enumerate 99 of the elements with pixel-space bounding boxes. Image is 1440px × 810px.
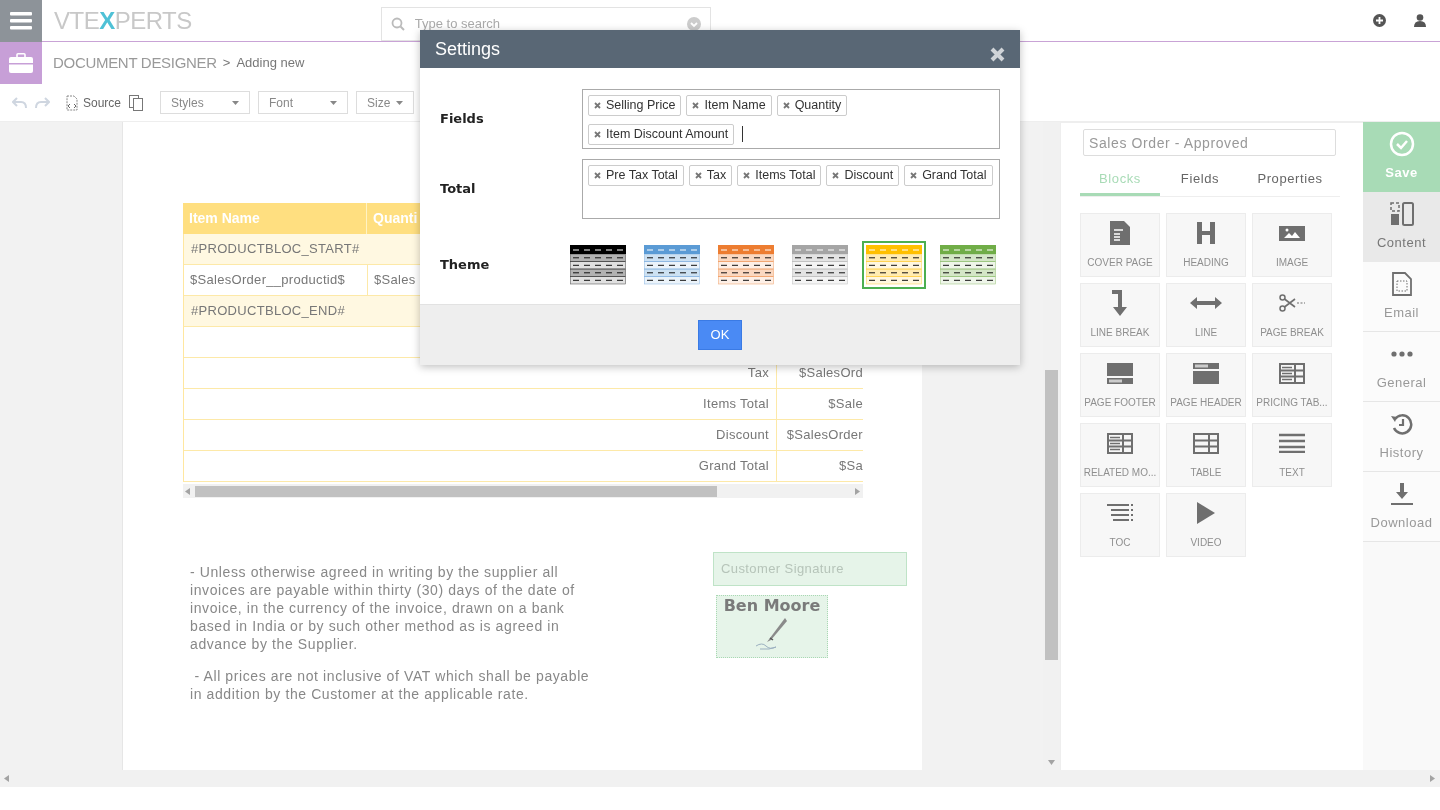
block-tile[interactable]: HEADING (1166, 213, 1246, 277)
text-lines-icon (1279, 433, 1305, 453)
signer-name: Ben Moore (723, 596, 821, 616)
block-tile[interactable]: PAGE HEADER (1166, 353, 1246, 417)
source-button[interactable]: Source (64, 93, 122, 112)
block-tile[interactable]: IMAGE (1252, 213, 1332, 277)
tag-chip[interactable]: Tax (688, 165, 733, 186)
table-cell: Discount (184, 420, 777, 450)
tag-chip[interactable]: Quantity (776, 95, 848, 116)
copy-icon[interactable] (129, 94, 144, 111)
list-icon (1107, 504, 1133, 522)
field-label: Fields (440, 110, 485, 129)
scissors-icon (1279, 294, 1305, 312)
history-icon (1389, 412, 1414, 435)
table-cell-text: $Sa (838, 457, 863, 476)
image-icon (1279, 225, 1305, 241)
add-icon[interactable] (1373, 14, 1386, 27)
table-icon (1107, 432, 1133, 454)
layout-icon (1389, 202, 1414, 227)
remove-icon[interactable] (910, 172, 918, 179)
table-header-cell-text: Quanti (372, 209, 419, 228)
tag-chip[interactable]: Item Name (686, 95, 772, 116)
table-cell: $SalesOrder__productid$ (184, 265, 368, 295)
block-tile[interactable]: PRICING TAB... (1252, 353, 1332, 417)
download-icon (1390, 482, 1413, 505)
heading-icon (1197, 222, 1215, 244)
dropdown[interactable]: Font (258, 91, 349, 114)
double-arrow-icon (1190, 297, 1222, 309)
block-tile[interactable]: RELATED MO... (1080, 423, 1160, 487)
tag-input-field[interactable]: Pre Tax Total Tax Items Total Discount Grand Total (582, 159, 1000, 219)
table-cell: Grand Total (184, 451, 777, 481)
remove-icon[interactable] (743, 172, 751, 179)
panel-tab[interactable]: Fields (1160, 164, 1240, 196)
remove-icon[interactable] (832, 172, 840, 179)
dropdown[interactable]: Styles (160, 91, 251, 114)
table-cell: Items Total (184, 389, 777, 419)
theme-swatch[interactable] (862, 241, 926, 289)
document-icon (1110, 221, 1130, 245)
block-tile[interactable]: TOC (1080, 493, 1160, 557)
dropdown[interactable]: Size (356, 91, 415, 114)
table-icon (1193, 432, 1219, 454)
block-tile[interactable]: PAGE BREAK (1252, 283, 1332, 347)
caret-icon (396, 100, 404, 105)
close-icon[interactable] (990, 46, 1005, 62)
block-tile[interactable]: LINE BREAK (1080, 283, 1160, 347)
source-code-icon (64, 94, 80, 111)
header-layout-icon (1193, 362, 1219, 384)
play-icon (1197, 502, 1215, 524)
block-tile[interactable]: VIDEO (1166, 493, 1246, 557)
remove-icon[interactable] (782, 102, 790, 109)
document-icon (1391, 271, 1412, 296)
caret-icon (330, 100, 338, 105)
tag-chip[interactable]: Items Total (737, 165, 822, 186)
table-cell-text: $Sale (828, 395, 863, 414)
more-dots-icon (1390, 350, 1413, 357)
terms-paragraph: - Unless otherwise agreed in writing by the supplier all invoices are payable within thirty (30) days of the date of invoice, in the currency of the invoice, drawn on a bank based in India or by such other method as is agreed in advance by the Supplier. (190, 563, 576, 653)
remove-icon[interactable] (692, 102, 700, 109)
ok-button[interactable]: OK (698, 320, 742, 350)
table-cell-text: #PRODUCTBLOC_END# (191, 302, 345, 321)
table-icon (1279, 362, 1305, 384)
table-cell-text: #PRODUCTBLOC_START# (191, 240, 360, 259)
remove-icon[interactable] (594, 172, 601, 179)
tag-chip[interactable]: Selling Price (588, 95, 682, 116)
remove-icon[interactable] (694, 172, 702, 179)
text-cursor (742, 126, 744, 142)
block-tile[interactable]: TABLE (1166, 423, 1246, 487)
tag-input-field[interactable]: Selling Price Item Name Quantity Item Discount Amount (582, 89, 1000, 149)
footer-layout-icon (1107, 362, 1133, 384)
remove-icon[interactable] (594, 131, 601, 138)
check-circle-icon (1388, 131, 1415, 158)
block-tile[interactable]: COVER PAGE (1080, 213, 1160, 277)
block-tile[interactable]: LINE (1166, 283, 1246, 347)
tag-chip[interactable]: Pre Tax Total (588, 165, 684, 186)
chevron-down-icon (686, 16, 701, 31)
tag-chip[interactable]: Discount (826, 165, 900, 186)
user-icon[interactable] (1414, 14, 1426, 27)
field-label: Total (440, 180, 477, 199)
table-cell-text: $Sales (373, 271, 417, 290)
table-cell-text: $SalesOrder (786, 426, 863, 445)
block-tile[interactable]: PAGE FOOTER (1080, 353, 1160, 417)
terms-paragraph: - All prices are not inclusive of VAT which shall be payable in addition by the Customer at the applicable rate. (190, 667, 590, 703)
arrow-down-icon (1112, 290, 1128, 316)
tag-chip[interactable]: Grand Total (904, 165, 993, 186)
remove-icon[interactable] (594, 102, 601, 109)
page-title: Adding new (236, 54, 305, 73)
block-tile[interactable]: TEXT (1252, 423, 1332, 487)
menu-icon (10, 11, 32, 30)
template-name-field[interactable]: Sales Order - Approved (1083, 129, 1336, 156)
panel-tab[interactable]: Properties (1240, 164, 1340, 196)
briefcase-icon (9, 53, 33, 73)
breadcrumb-separator: > (222, 54, 231, 73)
nav-item[interactable]: Content (1363, 192, 1440, 262)
table-cell-text: $SalesOrd (798, 364, 863, 383)
field-label: Theme (440, 256, 491, 275)
module-title[interactable]: DOCUMENT DESIGNER (53, 51, 217, 75)
tag-chip[interactable]: Item Discount Amount (588, 124, 735, 145)
caret-icon (232, 100, 240, 105)
search-icon (390, 16, 405, 31)
menu-button[interactable] (0, 0, 42, 42)
